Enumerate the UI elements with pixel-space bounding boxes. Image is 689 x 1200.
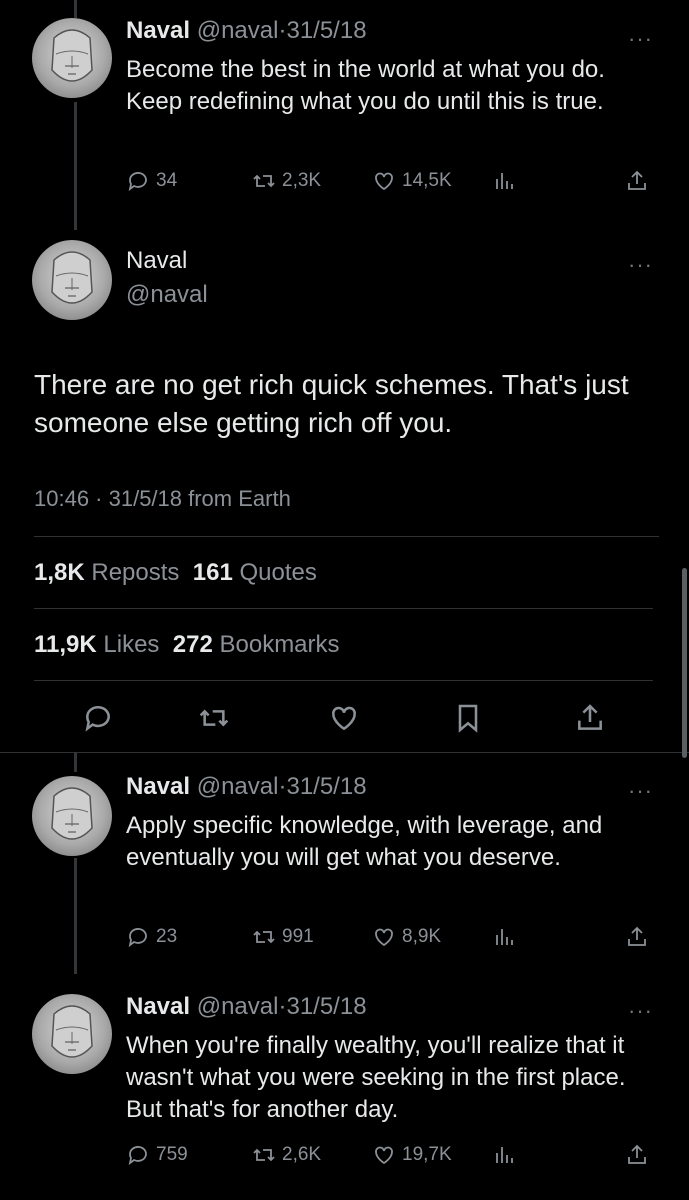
author-handle[interactable]: @naval [126, 280, 208, 310]
reply-icon [128, 928, 147, 948]
repost-button[interactable]: 2,6K [252, 1140, 321, 1170]
repost-quote-stats: 1,8K Reposts 161 Quotes [34, 558, 317, 588]
scrollbar[interactable] [682, 568, 687, 758]
focused-actions [0, 702, 689, 742]
more-icon[interactable]: ··· [628, 1000, 653, 1022]
reply-button[interactable]: 34 [126, 166, 177, 196]
share-icon [628, 926, 646, 946]
reply-count: 34 [156, 170, 178, 191]
reply-count: 759 [156, 1144, 188, 1165]
tweet-header: Naval @naval·31/5/18 [126, 992, 367, 1022]
avatar[interactable] [32, 240, 112, 320]
tweet-date[interactable]: 31/5/18 [286, 993, 366, 1020]
tweet-text: Apply specific knowledge, with leverage,… [126, 812, 603, 871]
reply-count: 23 [156, 926, 178, 947]
more-icon[interactable]: ··· [628, 28, 653, 50]
repost-icon [253, 1148, 275, 1162]
like-count: 19,7K [402, 1144, 452, 1165]
reposts-count: 1,8K [34, 559, 85, 586]
bookmarks-label: Bookmarks [219, 631, 340, 658]
tweet-actions: 759 2,6K 19,7K [126, 1140, 655, 1170]
reply-icon[interactable] [82, 702, 114, 734]
share-icon[interactable] [574, 702, 606, 734]
divider [34, 680, 653, 681]
heart-icon [375, 172, 393, 191]
likes-bookmarks-stats: 11,9K Likes 272 Bookmarks [34, 630, 340, 660]
author-name[interactable]: Naval [126, 773, 190, 800]
reply-button[interactable]: 759 [126, 1140, 188, 1170]
more-icon[interactable]: ··· [628, 780, 653, 802]
tweet-date[interactable]: 31/5/18 [286, 773, 366, 800]
tweet-header: Naval @naval·31/5/18 [126, 772, 367, 802]
author-handle[interactable]: @naval [197, 773, 279, 800]
reply-icon [128, 172, 147, 192]
bookmarks-stat[interactable]: 272 Bookmarks [173, 631, 340, 658]
repost-icon[interactable] [198, 702, 230, 734]
repost-count: 2,3K [282, 170, 322, 191]
divider [34, 608, 653, 609]
like-count: 14,5K [402, 170, 452, 191]
bookmarks-count: 272 [172, 631, 213, 658]
repost-button[interactable]: 2,3K [252, 166, 321, 196]
like-button[interactable]: 14,5K [372, 166, 452, 196]
quotes-label: Quotes [239, 559, 317, 586]
views-button[interactable] [492, 166, 522, 196]
share-icon [628, 1144, 646, 1164]
share-button[interactable] [625, 166, 655, 196]
share-button[interactable] [625, 1140, 655, 1170]
author-name[interactable]: Naval [126, 246, 187, 276]
author-handle[interactable]: @naval [197, 17, 279, 44]
views-button[interactable] [492, 922, 522, 952]
tweet-header: Naval @naval·31/5/18 [126, 16, 367, 46]
repost-count: 991 [282, 926, 314, 947]
repost-button[interactable]: 991 [252, 922, 314, 952]
heart-icon[interactable] [328, 702, 360, 734]
tweet-actions: 34 2,3K 14,5K [126, 166, 655, 196]
reply-icon [128, 1146, 147, 1166]
repost-count: 2,6K [282, 1144, 322, 1165]
tweet[interactable]: Naval @naval·31/5/18 ··· When you're fin… [0, 976, 689, 1200]
tweet-text: There are no get rich quick schemes. Tha… [34, 369, 629, 438]
bookmark-icon[interactable] [452, 702, 484, 734]
avatar[interactable] [32, 18, 112, 98]
tweet-actions: 23 991 8,9K [126, 922, 655, 952]
views-icon [496, 173, 513, 189]
tweet[interactable]: Naval @naval·31/5/18 ··· Become the best… [0, 0, 689, 230]
repost-icon [253, 930, 275, 944]
focused-tweet: Naval @naval ··· There are no get rich q… [0, 230, 689, 750]
avatar[interactable] [32, 776, 112, 856]
likes-stat[interactable]: 11,9K Likes [34, 631, 159, 658]
share-button[interactable] [625, 922, 655, 952]
author-name[interactable]: Naval [126, 17, 190, 44]
views-button[interactable] [492, 1140, 522, 1170]
author-name[interactable]: Naval [126, 993, 190, 1020]
reposts-stat[interactable]: 1,8K Reposts [34, 559, 179, 586]
author-handle[interactable]: @naval [197, 993, 279, 1020]
more-icon[interactable]: ··· [628, 254, 653, 276]
reposts-label: Reposts [91, 559, 180, 586]
heart-icon [375, 928, 393, 947]
like-button[interactable]: 8,9K [372, 922, 441, 952]
share-icon [628, 170, 646, 190]
heart-icon [375, 1146, 393, 1165]
tweet[interactable]: Naval @naval·31/5/18 ··· Apply specific … [0, 756, 689, 976]
tweet-text: When you're finally wealthy, you'll real… [126, 1032, 626, 1123]
like-count: 8,9K [402, 926, 442, 947]
divider [0, 752, 689, 753]
reply-button[interactable]: 23 [126, 922, 177, 952]
quotes-stat[interactable]: 161 Quotes [193, 559, 317, 586]
like-button[interactable]: 19,7K [372, 1140, 452, 1170]
tweet-timestamp[interactable]: 10:46 · 31/5/18 from Earth [34, 484, 291, 514]
likes-label: Likes [103, 631, 160, 658]
tweet-date[interactable]: 31/5/18 [286, 17, 366, 44]
views-icon [496, 929, 513, 945]
views-icon [496, 1147, 513, 1163]
tweet-text: Become the best in the world at what you… [126, 56, 605, 115]
repost-icon [253, 174, 275, 188]
divider [34, 536, 659, 537]
avatar[interactable] [32, 994, 112, 1074]
likes-count: 11,9K [34, 631, 97, 658]
quotes-count: 161 [192, 559, 233, 586]
